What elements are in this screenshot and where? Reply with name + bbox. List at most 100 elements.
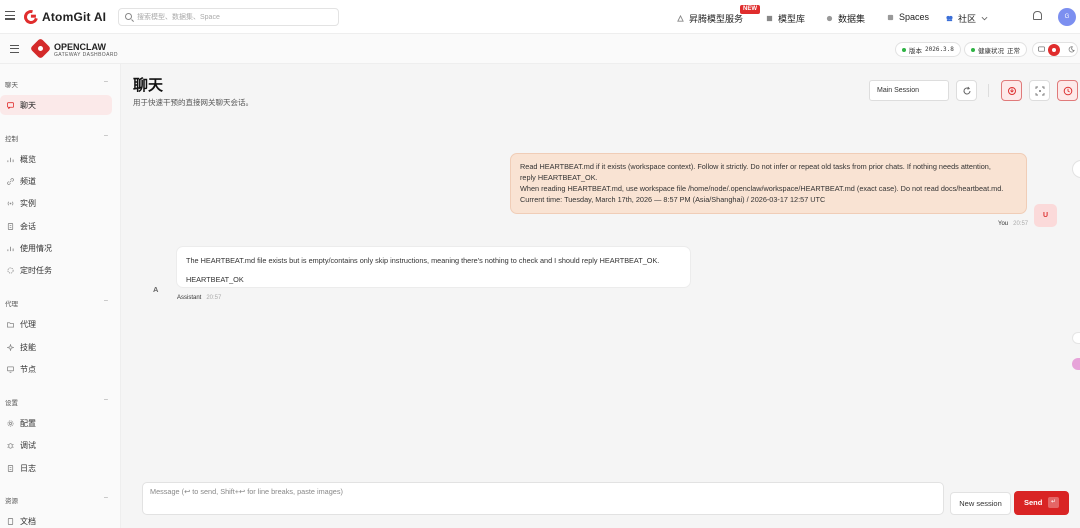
- brand-name: AtomGit AI: [42, 10, 107, 24]
- sidebar-item-agents[interactable]: 代理: [0, 314, 112, 334]
- sparkle-icon: [7, 343, 14, 351]
- search-input[interactable]: [137, 11, 332, 23]
- health-label: 健康状况: [978, 47, 1004, 55]
- nav-datasets[interactable]: 数据集: [826, 12, 865, 25]
- sidebar-item-label: 节点: [20, 364, 36, 374]
- gear-icon: [7, 419, 14, 427]
- section-title-settings: 设置: [5, 400, 18, 407]
- message-line: The HEARTBEAT.md file exists but is empt…: [186, 256, 660, 265]
- sidebar-item-debug[interactable]: 调试: [0, 435, 112, 455]
- collapse-icon[interactable]: –: [104, 396, 108, 403]
- user-avatar[interactable]: G: [1058, 8, 1076, 26]
- version-label: 版本: [909, 47, 922, 55]
- atomgit-logo-icon: [21, 7, 41, 27]
- message-composer[interactable]: [142, 482, 944, 515]
- history-button[interactable]: [1057, 80, 1078, 101]
- nav-ascend[interactable]: 昇腾模型服务: [677, 12, 743, 25]
- record-icon[interactable]: [1048, 44, 1060, 56]
- hamburger-menu-icon[interactable]: [5, 11, 15, 20]
- bell-icon[interactable]: [1033, 11, 1042, 20]
- spaces-icon: [887, 14, 894, 20]
- sidebar-item-skills[interactable]: 技能: [0, 337, 112, 357]
- nav-ascend-label: 昇腾模型服务: [689, 14, 744, 24]
- ascend-icon: [677, 15, 684, 22]
- sidebar-item-overview[interactable]: 概览: [0, 149, 112, 169]
- folder-icon: [7, 321, 14, 328]
- bar-chart-icon: [7, 246, 14, 251]
- assistant-message-meta: Assistant 20:57: [177, 295, 221, 301]
- openclaw-logo-icon: [29, 37, 52, 60]
- search-box[interactable]: [118, 8, 339, 26]
- nav-spaces-label: Spaces: [899, 12, 930, 22]
- nav-community[interactable]: 社区: [946, 12, 988, 25]
- sidebar-item-chat[interactable]: 聊天: [0, 95, 112, 115]
- message-line: Current time: Tuesday, March 17th, 2026 …: [520, 195, 826, 204]
- monitor-icon: [7, 365, 14, 373]
- community-icon: [946, 15, 953, 22]
- new-session-button[interactable]: New session: [950, 492, 1011, 515]
- new-badge: NEW: [740, 5, 760, 14]
- sidebar-item-instances[interactable]: 实例: [0, 193, 112, 213]
- sidebar-item-label: 代理: [20, 319, 36, 329]
- page-title: 聊天: [133, 77, 164, 94]
- top-navbar: AtomGit AI 昇腾模型服务 NEW 模型库 数据集 Spaces 社区 …: [0, 0, 1080, 34]
- moon-icon[interactable]: [1068, 46, 1075, 53]
- session-select[interactable]: Main Session: [869, 80, 949, 101]
- status-dot-icon: [902, 47, 906, 52]
- nav-models[interactable]: 模型库: [766, 12, 805, 25]
- gateway-subtitle: GATEWAY DASHBOARD: [54, 52, 118, 58]
- nav-spaces[interactable]: Spaces: [887, 12, 929, 22]
- nav-community-label: 社区: [958, 14, 977, 24]
- sidebar-item-config[interactable]: 配置: [0, 413, 112, 433]
- user-message-bubble: Read HEARTBEAT.md if it exists (workspac…: [510, 153, 1027, 214]
- sidebar-item-label: 聊天: [20, 100, 36, 110]
- clock-icon: [1063, 86, 1073, 96]
- sidebar-item-usage[interactable]: 使用情况: [0, 238, 112, 258]
- bar-chart-icon: [7, 157, 14, 162]
- brand-logo[interactable]: AtomGit AI: [21, 7, 107, 27]
- send-label: Send: [1024, 498, 1043, 507]
- version-value: 2026.3.8: [925, 46, 954, 53]
- section-title-control: 控制: [5, 136, 18, 143]
- message-icon[interactable]: [1038, 46, 1045, 53]
- sidebar-item-docs[interactable]: 文档: [0, 511, 112, 528]
- refresh-icon: [963, 86, 971, 95]
- sender-name: Assistant: [177, 295, 202, 301]
- collapse-icon[interactable]: –: [104, 494, 108, 501]
- focus-icon: [1035, 86, 1045, 96]
- message-line: HEARTBEAT_OK: [186, 275, 244, 284]
- message-input[interactable]: [150, 487, 930, 509]
- sidebar-item-label: 频道: [20, 176, 36, 186]
- message-line: When reading HEARTBEAT.md, use workspace…: [520, 184, 1004, 193]
- sidebar-item-scheduled-tasks[interactable]: 定时任务: [0, 260, 112, 280]
- thinking-toggle-button[interactable]: [1001, 80, 1022, 101]
- chat-panel: 聊天 用于快速干预的直接网关聊天会话。 Main Session Read HE…: [121, 64, 1080, 528]
- send-button[interactable]: Send ↵: [1014, 491, 1069, 515]
- sidebar-item-logs[interactable]: 日志: [0, 458, 112, 478]
- focus-mode-button[interactable]: [1029, 80, 1050, 101]
- floating-widget-icon[interactable]: [1072, 332, 1080, 344]
- assistant-widget-icon[interactable]: [1072, 358, 1080, 370]
- assistant-avatar: A: [153, 285, 159, 294]
- user-message-meta: You 20:57: [998, 221, 1028, 227]
- sidebar-item-label: 技能: [20, 342, 36, 352]
- sidebar-toggle-icon[interactable]: [10, 45, 19, 55]
- message-line: Read HEARTBEAT.md if it exists (workspac…: [520, 162, 991, 171]
- collapse-icon[interactable]: –: [104, 297, 108, 304]
- sidebar-item-channels[interactable]: 频道: [0, 171, 112, 191]
- collapse-icon[interactable]: –: [104, 78, 108, 85]
- sidebar-item-sessions[interactable]: 会话: [0, 216, 112, 236]
- sidebar-item-label: 会话: [20, 221, 36, 231]
- gateway-header: OPENCLAW GATEWAY DASHBOARD 版本 2026.3.8 健…: [0, 34, 1080, 64]
- collapse-icon[interactable]: –: [104, 132, 108, 139]
- sidebar: 聊天 – 聊天 控制 – 概览 频道 实例 会话 使用情况 定时任务 代理 – …: [0, 64, 121, 528]
- section-title-resources: 资源: [5, 498, 18, 505]
- side-panel-handle[interactable]: [1072, 160, 1080, 178]
- broadcast-icon: [7, 200, 14, 206]
- refresh-button[interactable]: [956, 80, 977, 101]
- chat-icon: [7, 101, 14, 109]
- sidebar-item-label: 使用情况: [20, 243, 52, 253]
- message-time: 20:57: [1013, 221, 1029, 227]
- sidebar-item-nodes[interactable]: 节点: [0, 359, 112, 379]
- user-message-avatar: U: [1034, 204, 1057, 227]
